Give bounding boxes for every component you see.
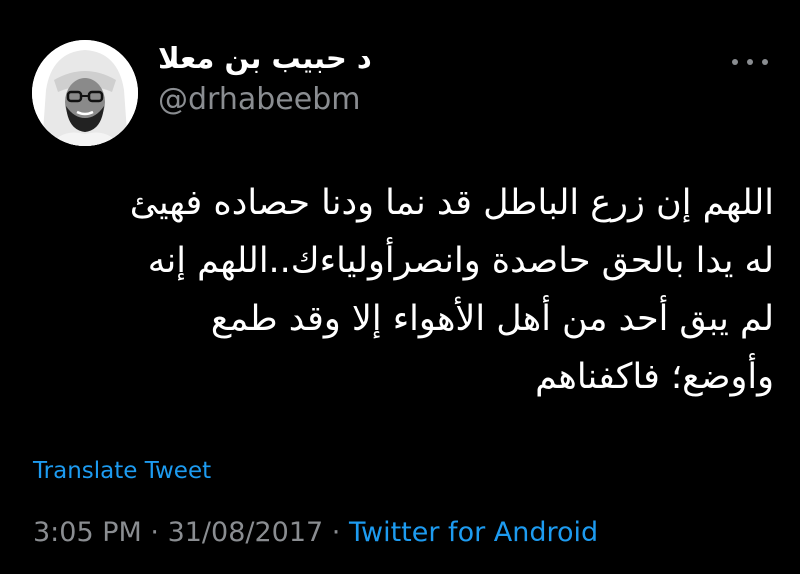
ellipsis-icon (762, 59, 768, 65)
tweet-metadata: 3:05 PM · 31/08/2017 · Twitter for Andro… (33, 516, 598, 550)
tweet-text-line: له يدا بالحق حاصدة وانصرأولياءك..اللهم إ… (147, 241, 774, 281)
avatar[interactable] (32, 40, 138, 146)
separator-dot: · (150, 517, 159, 548)
tweet-text: اللهم إن زرع الباطل قد نما ودنا حصاده فه… (30, 174, 774, 406)
tweet-card: د حبيب بن معلا @drhabeebm اللهم إن زرع ا… (0, 0, 800, 574)
ellipsis-icon (732, 59, 738, 65)
translate-tweet-link[interactable]: Translate Tweet (33, 456, 211, 486)
tweet-source-link[interactable]: Twitter for Android (349, 517, 598, 548)
tweet-text-line: اللهم إن زرع الباطل قد نما ودنا حصاده فه… (129, 183, 774, 223)
more-options-button[interactable] (732, 54, 768, 70)
author-display-name[interactable]: د حبيب بن معلا (158, 40, 372, 76)
profile-photo-avatar (32, 40, 138, 146)
tweet-text-line: وأوضع؛ فاكفناهم (535, 357, 774, 397)
tweet-time[interactable]: 3:05 PM (33, 517, 142, 548)
ellipsis-icon (747, 59, 753, 65)
author-handle[interactable]: @drhabeebm (158, 82, 360, 118)
tweet-date[interactable]: 31/08/2017 (168, 517, 324, 548)
tweet-text-line: لم يبق أحد من أهل الأهواء إلا وقد طمع (210, 299, 774, 339)
separator-dot: · (331, 517, 341, 548)
